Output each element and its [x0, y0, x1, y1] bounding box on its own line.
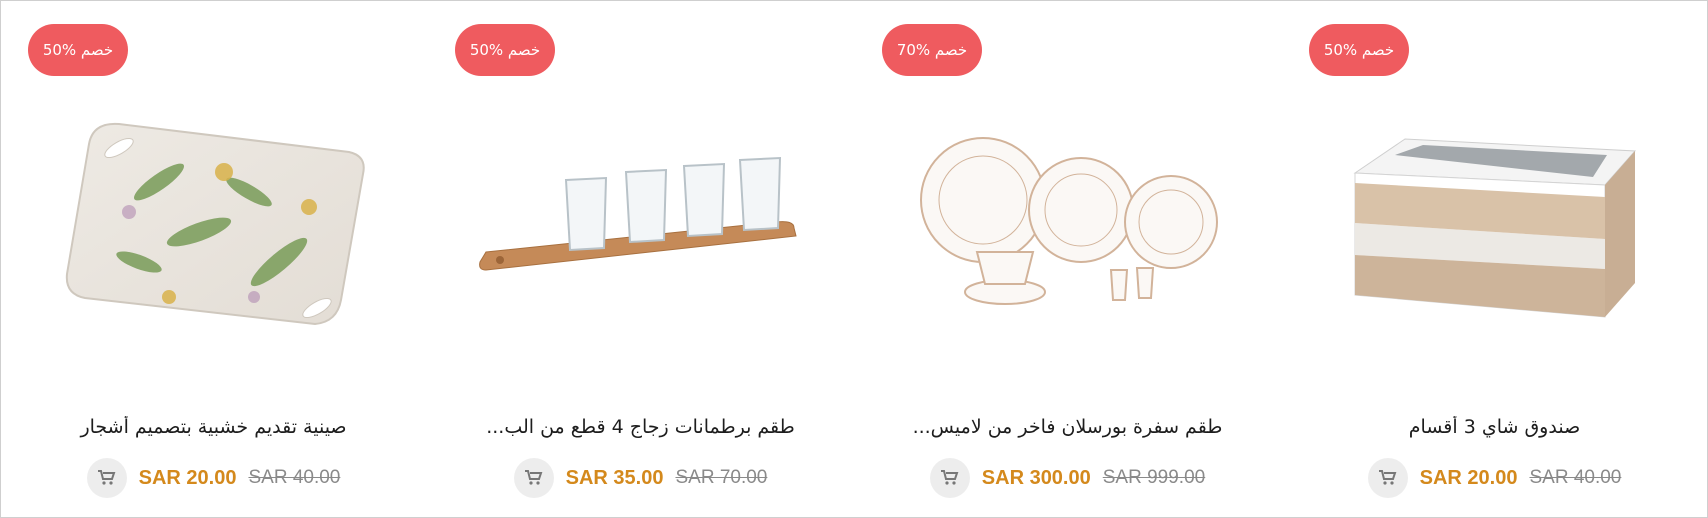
product-image[interactable] — [1301, 92, 1688, 362]
add-to-cart-button[interactable] — [1367, 458, 1408, 498]
sale-price: SAR 20.00 — [1419, 466, 1518, 489]
shopping-cart-icon — [940, 470, 959, 485]
price-row: SAR 300.00 SAR 999.00 — [854, 458, 1281, 498]
discount-badge: 50% خصم — [28, 24, 128, 76]
sale-price: SAR 35.00 — [565, 466, 664, 489]
discount-badge: 50% خصم — [455, 24, 555, 76]
shopping-cart-icon — [97, 470, 116, 485]
product-card[interactable]: 50% خصم طقم برطمانات زجاج 4 قطع من الب..… — [427, 0, 854, 518]
add-to-cart-button[interactable] — [86, 458, 127, 498]
floral-serving-tray-icon — [65, 122, 365, 326]
shopping-cart-icon — [524, 470, 543, 485]
product-image[interactable] — [447, 92, 834, 362]
product-card[interactable]: 70% خصم طقم سفرة بورسلان فاخر من لاميس..… — [854, 0, 1281, 518]
original-price: SAR 70.00 — [675, 467, 768, 488]
discount-badge: 70% خصم — [882, 24, 982, 76]
tea-box-icon — [1352, 138, 1636, 318]
glass-set-on-wooden-board-icon — [478, 156, 797, 271]
product-image[interactable] — [874, 92, 1261, 362]
discount-badge: 50% خصم — [1309, 24, 1409, 76]
original-price: SAR 40.00 — [1529, 467, 1622, 488]
price-row: SAR 35.00 SAR 70.00 — [427, 458, 854, 498]
price-row: SAR 20.00 SAR 40.00 — [1281, 458, 1708, 498]
product-title[interactable]: طقم برطمانات زجاج 4 قطع من الب... — [437, 416, 844, 438]
porcelain-dinner-set-icon — [919, 137, 1218, 305]
add-to-cart-button[interactable] — [929, 458, 970, 498]
product-card[interactable]: 50% خصم صندوق شاي 3 أقسام SAR 20.00 SAR … — [1281, 0, 1708, 518]
add-to-cart-button[interactable] — [513, 458, 554, 498]
product-card[interactable]: 50% خصم صينية تقديم خشبية بتصميم أشجار S… — [0, 0, 427, 518]
sale-price: SAR 300.00 — [981, 466, 1091, 489]
product-title[interactable]: صندوق شاي 3 أقسام — [1291, 416, 1698, 438]
price-row: SAR 20.00 SAR 40.00 — [0, 458, 427, 498]
original-price: SAR 40.00 — [248, 467, 341, 488]
product-grid: 50% خصم صينية تقديم خشبية بتصميم أشجار S… — [0, 0, 1708, 518]
original-price: SAR 999.00 — [1102, 467, 1206, 488]
product-title[interactable]: صينية تقديم خشبية بتصميم أشجار — [10, 416, 417, 438]
shopping-cart-icon — [1378, 470, 1397, 485]
product-title[interactable]: طقم سفرة بورسلان فاخر من لاميس... — [864, 416, 1271, 438]
product-image[interactable] — [20, 92, 407, 362]
sale-price: SAR 20.00 — [138, 466, 237, 489]
